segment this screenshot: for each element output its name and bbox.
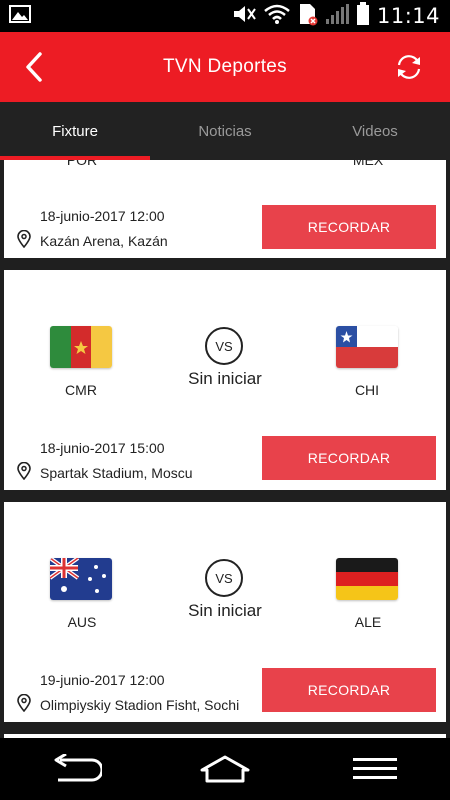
home-team-code: AUS: [67, 614, 97, 630]
match-date: 19-junio-2017 12:00: [40, 672, 165, 688]
match-date: 18-junio-2017 12:00: [40, 208, 165, 224]
venue-label: Kazán Arena, Kazán: [40, 232, 168, 249]
picture-icon: [9, 4, 31, 28]
flag-chi: [336, 326, 398, 368]
remind-button[interactable]: RECORDAR: [262, 436, 436, 480]
back-nav-icon[interactable]: [45, 749, 105, 789]
app-title: TVN Deportes: [163, 56, 287, 77]
navigation-bar: [0, 738, 450, 800]
match-venue: Olimpiyskiy Stadion Fisht, Sochi: [16, 693, 240, 715]
signal-icon: [325, 3, 349, 30]
venue-label: Spartak Stadium, Moscu: [40, 464, 193, 481]
flag-cmr: [50, 326, 112, 368]
remind-button[interactable]: RECORDAR: [262, 668, 436, 712]
refresh-icon[interactable]: [394, 52, 424, 82]
app-bar: TVN Deportes: [0, 32, 450, 102]
away-team-code: CHI: [354, 382, 380, 398]
match-status: Sin iniciar: [188, 601, 262, 620]
location-pin-icon: [16, 229, 32, 251]
status-time: 11:14: [376, 4, 440, 28]
match-status: Sin iniciar: [188, 369, 262, 388]
match-card: AUS VS Sin iniciar ALE 19-junio-2017 12:…: [4, 502, 446, 722]
flag-ale: [336, 558, 398, 600]
back-arrow-icon[interactable]: [20, 50, 52, 84]
tab-fixture[interactable]: Fixture: [0, 102, 150, 160]
home-team-code: CMR: [65, 382, 97, 398]
sim-icon: [298, 2, 318, 31]
menu-nav-icon[interactable]: [345, 749, 405, 789]
battery-icon: [356, 1, 370, 31]
location-pin-icon: [16, 693, 32, 715]
wifi-icon: [263, 3, 291, 30]
match-card: POR MEX 18-junio-2017 12:00 Kazán Arena,…: [4, 160, 446, 258]
match-date: 18-junio-2017 15:00: [40, 440, 165, 456]
vs-badge: VS: [205, 559, 243, 597]
venue-label: Olimpiyskiy Stadion Fisht, Sochi: [40, 696, 240, 713]
match-venue: Spartak Stadium, Moscu: [16, 461, 193, 483]
tab-noticias[interactable]: Noticias: [150, 102, 300, 160]
flag-aus: [50, 558, 112, 600]
home-team-code: POR: [66, 160, 98, 168]
status-bar: 11:14: [0, 0, 450, 32]
away-team-code: MEX: [352, 160, 384, 168]
tab-bar: Fixture Noticias Videos: [0, 102, 450, 160]
match-venue: Kazán Arena, Kazán: [16, 229, 168, 251]
away-team-code: ALE: [354, 614, 382, 630]
remind-button[interactable]: RECORDAR: [262, 205, 436, 249]
match-card: CMR VS Sin iniciar CHI 18-junio-2017 15:…: [4, 270, 446, 490]
location-pin-icon: [16, 461, 32, 483]
vs-badge: VS: [205, 327, 243, 365]
tab-videos[interactable]: Videos: [300, 102, 450, 160]
home-nav-icon[interactable]: [195, 749, 255, 789]
mute-icon: [232, 3, 256, 30]
fixture-list[interactable]: POR MEX 18-junio-2017 12:00 Kazán Arena,…: [0, 160, 450, 738]
